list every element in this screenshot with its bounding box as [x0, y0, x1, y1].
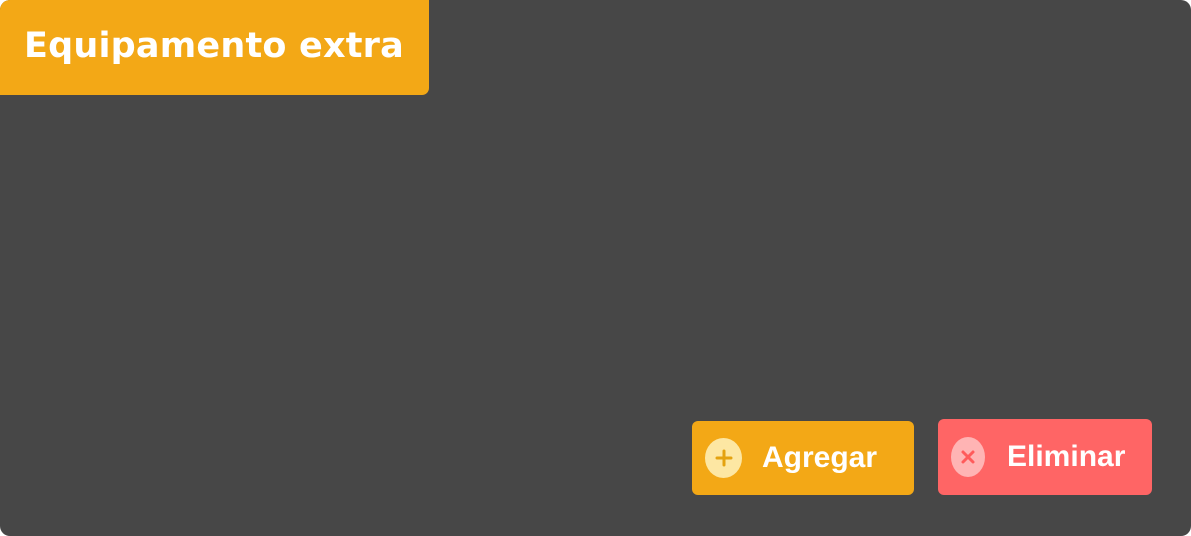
add-button-label: Agregar — [762, 441, 878, 474]
delete-button-label: Eliminar — [1007, 440, 1126, 473]
x-icon — [951, 437, 985, 477]
add-button[interactable]: Agregar — [692, 421, 914, 495]
panel-title-tab: Equipamento extra — [0, 0, 429, 95]
panel-title: Equipamento extra — [24, 25, 404, 66]
extra-equipment-panel: Equipamento extra Agregar Eliminar — [0, 0, 1191, 536]
delete-button[interactable]: Eliminar — [938, 419, 1152, 495]
plus-icon — [705, 438, 742, 478]
